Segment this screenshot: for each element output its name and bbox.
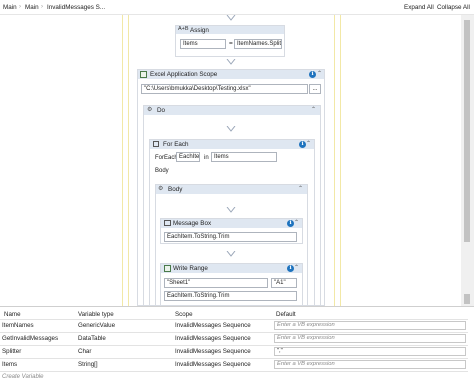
browse-button[interactable]: ... — [309, 84, 321, 94]
header-divider — [0, 319, 468, 320]
workbook-path-field[interactable]: "C:\Users\bmukka\Desktop\Testing.xlsx" — [141, 84, 308, 94]
drop-arrow-icon[interactable] — [226, 15, 236, 21]
row-divider — [0, 345, 468, 346]
variable-default-field[interactable]: "," — [274, 347, 466, 356]
row-divider — [0, 358, 468, 359]
breadcrumb-main-1[interactable]: Main — [3, 4, 17, 11]
sequence-border-right-inner — [340, 15, 341, 306]
do-header — [144, 106, 320, 115]
sheet-name-field[interactable]: "Sheet1" — [164, 278, 268, 288]
sequence-icon: ⚙ — [158, 186, 164, 192]
variable-name[interactable]: Items — [2, 361, 17, 368]
variable-scope[interactable]: InvalidMessages Sequence — [175, 361, 251, 368]
write-range-icon — [164, 265, 171, 272]
breadcrumb-separator-icon: › — [41, 4, 43, 10]
start-cell-field[interactable]: "A1" — [271, 278, 297, 288]
expand-all-button[interactable]: Expand All — [404, 4, 434, 11]
drop-arrow-icon[interactable] — [226, 251, 236, 257]
data-table-field[interactable]: EachItem.ToString.Trim — [164, 291, 297, 301]
drop-arrow-icon[interactable] — [226, 59, 236, 65]
assign-to-field[interactable]: Items — [180, 39, 226, 49]
collapse-icon[interactable]: ⌃ — [311, 106, 316, 113]
sequence-icon: ⚙ — [147, 107, 153, 113]
breadcrumb-separator-icon: › — [19, 4, 21, 10]
message-box-icon — [164, 220, 171, 226]
column-header-variable-type[interactable]: Variable type — [78, 311, 114, 318]
write-range-title: Write Range — [173, 265, 208, 272]
info-icon[interactable]: i — [287, 265, 294, 272]
variable-default-field[interactable]: Enter a VB expression — [274, 360, 466, 369]
column-header-name[interactable]: Name — [4, 311, 21, 318]
column-header-scope[interactable]: Scope — [175, 311, 193, 318]
collapse-icon[interactable]: ⌃ — [298, 185, 303, 192]
info-icon[interactable]: i — [299, 141, 306, 148]
drop-arrow-icon[interactable] — [226, 207, 236, 213]
variable-type[interactable]: String[] — [78, 361, 98, 368]
in-label: in — [204, 155, 209, 161]
variable-type[interactable]: DataTable — [78, 335, 106, 342]
variable-name[interactable]: GetInvalidMessages — [2, 335, 58, 342]
variable-type[interactable]: Char — [78, 348, 91, 355]
collapse-icon[interactable]: ⌃ — [294, 264, 299, 271]
sequence-border-left-inner — [128, 15, 129, 306]
excel-scope-title: Excel Application Scope — [150, 71, 218, 78]
variable-type[interactable]: GenericValue — [78, 322, 115, 329]
create-variable-link[interactable]: Create Variable — [2, 374, 43, 380]
sequence-border-right — [334, 15, 335, 306]
collapse-icon[interactable]: ⌃ — [306, 140, 311, 147]
body-label: Body — [155, 168, 169, 174]
for-each-collection-field[interactable]: Items — [211, 152, 277, 162]
column-header-default[interactable]: Default — [276, 311, 296, 318]
variables-panel — [0, 306, 474, 386]
variable-scope[interactable]: InvalidMessages Sequence — [175, 335, 251, 342]
do-title: Do — [157, 107, 166, 114]
message-box-title: Message Box — [173, 220, 212, 227]
drop-arrow-icon[interactable] — [226, 126, 236, 132]
row-divider — [0, 371, 468, 372]
for-each-item-field[interactable]: EachItem — [176, 152, 200, 162]
assign-title: Assign — [190, 27, 209, 34]
for-each-label: ForEach — [155, 155, 178, 161]
breadcrumb-main-2[interactable]: Main — [25, 4, 39, 11]
body-title: Body — [168, 186, 183, 193]
assign-icon: A+B — [178, 26, 189, 32]
variable-name[interactable]: Splitter — [2, 348, 21, 355]
for-each-title: For Each — [163, 141, 189, 148]
collapse-all-button[interactable]: Collapse All — [437, 4, 470, 11]
variable-scope[interactable]: InvalidMessages Sequence — [175, 348, 251, 355]
sequence-border-left — [122, 15, 123, 306]
loop-icon — [153, 141, 159, 147]
collapse-icon[interactable]: ⌃ — [317, 70, 322, 77]
canvas-scrollbar-thumb[interactable] — [464, 20, 470, 242]
row-divider — [0, 332, 468, 333]
variable-name[interactable]: ItemNames — [2, 322, 34, 329]
canvas-scrollbar-lower-thumb[interactable] — [464, 294, 470, 304]
message-text-field[interactable]: EachItem.ToString.Trim — [164, 232, 297, 242]
variable-default-field[interactable]: Enter a VB expression — [274, 321, 466, 330]
assign-operator: = — [229, 40, 233, 47]
variable-scope[interactable]: InvalidMessages Sequence — [175, 322, 251, 329]
info-icon[interactable]: i — [309, 71, 316, 78]
breadcrumb-current[interactable]: InvalidMessages S... — [47, 4, 105, 11]
info-icon[interactable]: i — [287, 220, 294, 227]
assign-value-field[interactable]: ItemNames.Split(",") — [234, 39, 282, 49]
collapse-icon[interactable]: ⌃ — [294, 219, 299, 226]
variable-default-field[interactable]: Enter a VB expression — [274, 334, 466, 343]
excel-icon — [140, 71, 147, 78]
